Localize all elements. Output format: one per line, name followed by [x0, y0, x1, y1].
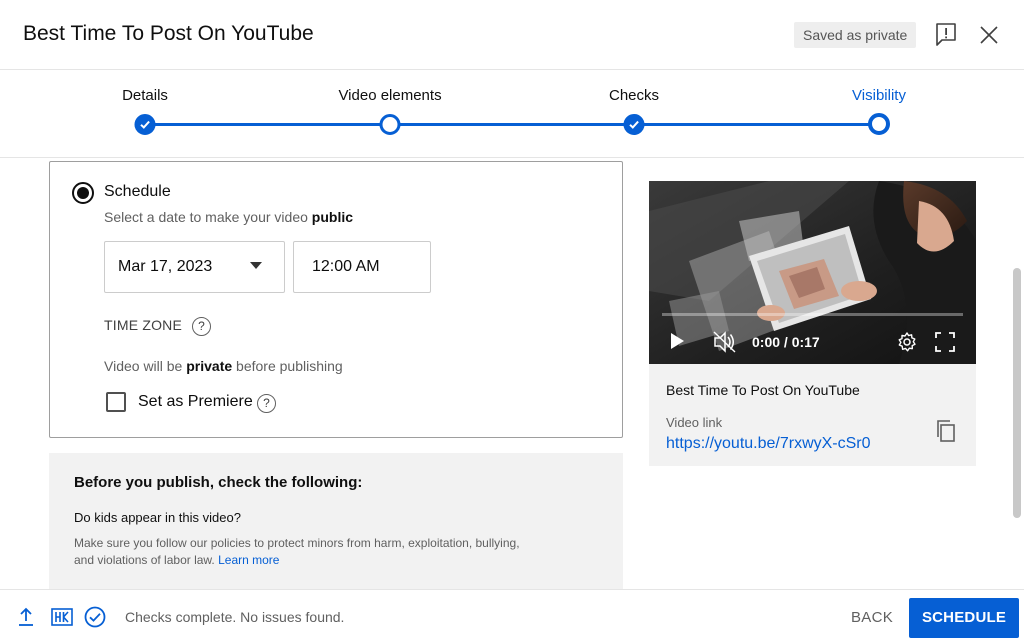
video-link-label: Video link	[666, 415, 723, 430]
time-picker[interactable]: 12:00 AM	[293, 241, 431, 293]
feedback-icon[interactable]	[933, 21, 959, 47]
schedule-hint-bold: public	[311, 209, 354, 225]
schedule-button[interactable]: SCHEDULE	[909, 598, 1019, 638]
schedule-hint: Select a date to make your video public	[104, 209, 353, 225]
step-details-check-icon[interactable]	[134, 114, 156, 135]
checks-status-text: Checks complete. No issues found.	[125, 609, 345, 625]
premiere-label: Set as Premiere	[138, 393, 253, 410]
private-note-suffix: before publishing	[232, 358, 343, 374]
timezone-label: TIME ZONE	[104, 317, 183, 333]
date-value: Mar 17, 2023	[118, 258, 213, 275]
back-button[interactable]: BACK	[842, 600, 902, 636]
fullscreen-icon[interactable]	[935, 332, 955, 357]
copy-icon[interactable]	[935, 419, 957, 448]
timezone-help-icon[interactable]: ?	[192, 317, 211, 336]
kids-policy-body: Make sure you follow our policies to pro…	[74, 536, 520, 567]
step-video-elements-dot[interactable]	[379, 114, 401, 135]
video-link[interactable]: https://youtu.be/7rxwyX-cSr0	[666, 435, 871, 453]
private-note: Video will be private before publishing	[104, 358, 343, 374]
caret-down-icon	[250, 262, 262, 269]
volume-muted-icon[interactable]	[713, 331, 737, 358]
step-visibility-label[interactable]: Visibility	[852, 87, 906, 104]
publish-checklist: Before you publish, check the following:…	[49, 453, 623, 590]
scrollbar-thumb[interactable]	[1013, 268, 1021, 518]
video-progress-track[interactable]	[662, 313, 963, 316]
video-player[interactable]: 0:00 / 0:17	[649, 181, 976, 364]
kids-question: Do kids appear in this video?	[74, 510, 241, 525]
step-checks-check-icon[interactable]	[623, 114, 645, 135]
video-time-readout: 0:00 / 0:17	[752, 334, 820, 350]
video-preview-card: 0:00 / 0:17 Best Time To Post On YouTube…	[649, 181, 976, 466]
learn-more-link[interactable]: Learn more	[218, 553, 279, 567]
kids-policy-text: Make sure you follow our policies to pro…	[74, 535, 534, 569]
date-picker[interactable]: Mar 17, 2023	[104, 241, 285, 293]
schedule-hint-text: Select a date to make your video	[104, 209, 312, 225]
preview-video-title: Best Time To Post On YouTube	[666, 382, 860, 398]
stepper-progress-line	[145, 123, 879, 126]
checks-complete-icon[interactable]	[84, 606, 106, 633]
premiere-checkbox[interactable]	[106, 392, 126, 412]
step-video-elements-label[interactable]: Video elements	[338, 87, 441, 104]
hd-icon[interactable]	[51, 608, 73, 631]
schedule-radio[interactable]	[72, 182, 94, 204]
schedule-panel: Schedule Select a date to make your vide…	[49, 161, 623, 438]
time-value: 12:00 AM	[312, 258, 380, 275]
gear-icon[interactable]	[896, 331, 918, 358]
step-checks-label[interactable]: Checks	[609, 87, 659, 104]
dialog-header: Best Time To Post On YouTube Saved as pr…	[0, 0, 1024, 70]
step-visibility-dot[interactable]	[868, 113, 890, 135]
saved-status-badge: Saved as private	[794, 22, 917, 48]
close-icon[interactable]	[976, 22, 1002, 48]
play-icon[interactable]	[671, 333, 684, 349]
schedule-label: Schedule	[104, 183, 171, 200]
premiere-help-icon[interactable]: ?	[257, 394, 276, 413]
publish-checklist-title: Before you publish, check the following:	[74, 474, 363, 491]
upload-icon[interactable]	[17, 607, 35, 632]
step-details-label[interactable]: Details	[122, 87, 168, 104]
upload-stepper: Details Video elements Checks Visibility	[0, 70, 1024, 158]
dialog-footer: Checks complete. No issues found. BACK S…	[0, 589, 1024, 642]
private-note-bold: private	[186, 358, 233, 374]
dialog-title: Best Time To Post On YouTube	[23, 22, 314, 45]
private-note-prefix: Video will be	[104, 358, 187, 374]
